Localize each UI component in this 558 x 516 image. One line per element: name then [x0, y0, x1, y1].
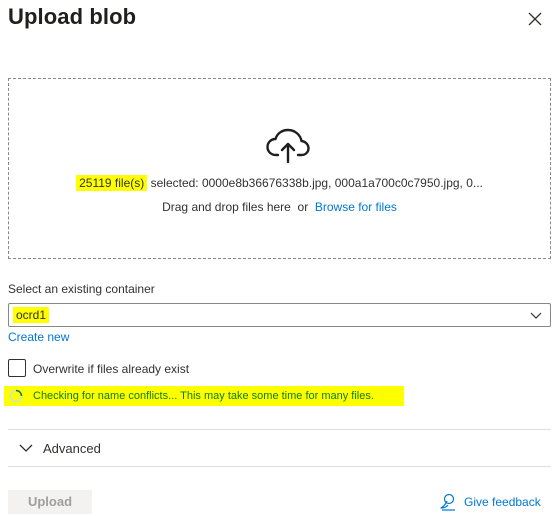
file-dropzone[interactable]: 25119 file(s) selected: 0000e8b36676338b… [8, 78, 551, 259]
give-feedback-label: Give feedback [464, 495, 541, 509]
close-icon[interactable] [524, 8, 546, 30]
or-text: or [297, 200, 309, 214]
selected-files-list: selected: 0000e8b36676338b.jpg, 000a1a70… [147, 176, 483, 190]
spinner-icon [9, 389, 23, 403]
overwrite-checkbox[interactable] [8, 359, 26, 377]
chevron-down-icon [19, 444, 33, 452]
divider [8, 429, 551, 430]
file-count-badge: 25119 file(s) [76, 175, 148, 191]
container-label: Select an existing container [8, 282, 155, 296]
chevron-down-icon [530, 312, 542, 319]
overwrite-label: Overwrite if files already exist [33, 362, 190, 376]
drag-drop-text: Drag and drop files here [162, 200, 291, 214]
create-new-link[interactable]: Create new [8, 330, 69, 344]
container-select[interactable]: ocrd1 [8, 303, 551, 327]
selected-files-text: 25119 file(s) selected: 0000e8b36676338b… [9, 175, 550, 191]
status-message: Checking for name conflicts... This may … [4, 386, 404, 406]
divider [8, 466, 551, 467]
advanced-label: Advanced [43, 441, 101, 456]
cloud-upload-icon [266, 128, 310, 164]
advanced-toggle[interactable]: Advanced [8, 432, 551, 464]
container-selected-value: ocrd1 [13, 307, 50, 323]
upload-button[interactable]: Upload [8, 490, 92, 514]
feedback-icon [440, 493, 455, 511]
browse-files-link[interactable]: Browse for files [315, 200, 397, 214]
status-text: Checking for name conflicts... This may … [33, 390, 374, 402]
drag-drop-hint: Drag and drop files here or Browse for f… [9, 200, 550, 214]
panel-title: Upload blob [8, 4, 137, 29]
